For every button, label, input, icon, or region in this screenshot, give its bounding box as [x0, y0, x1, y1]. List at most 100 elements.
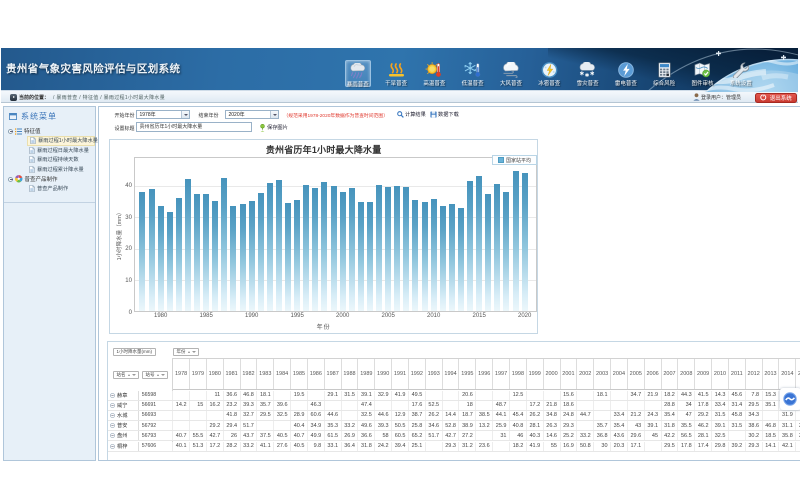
table-row-赫章[interactable]: 赫章565981136.646.818.119.529.131.539.132.… — [108, 391, 800, 401]
table-row-普安[interactable]: 普安5679229.229.451.740.434.935.333.249.63… — [108, 421, 800, 431]
tree-node-2[interactable]: 普查产品制作 — [4, 174, 95, 184]
table-row-盘州[interactable]: 盘州5679340.755.542.72643.737.540.540.749.… — [108, 431, 800, 441]
page-icon — [30, 137, 36, 144]
data-download-button[interactable]: 数据下载 — [430, 111, 459, 118]
value-cell: 40.3 — [526, 431, 543, 440]
year-column-header[interactable]: 1996 — [475, 359, 492, 389]
logout-button[interactable]: 退出系统 — [755, 93, 797, 103]
year-column-header[interactable]: 2001 — [560, 359, 577, 389]
row-expand-icon[interactable] — [110, 413, 115, 418]
sort-asc-icon[interactable] — [157, 374, 159, 376]
toolbar-item-label: 干旱普查 — [383, 79, 409, 87]
row-field-name-button[interactable]: 站名 — [113, 371, 139, 379]
filter-icon[interactable] — [161, 374, 165, 376]
user-icon — [693, 93, 700, 101]
year-column-header[interactable]: 2008 — [677, 359, 694, 389]
toolbar-item-5[interactable]: 大风普查 — [498, 60, 524, 87]
row-expand-icon[interactable] — [110, 403, 115, 408]
table-row-桐梓[interactable]: 桐梓5760640.151.317.228.233.241.127.640.59… — [108, 442, 800, 452]
year-column-header[interactable]: 2003 — [593, 359, 610, 389]
measure-field-button[interactable]: 1小时降水量(mm) — [113, 348, 156, 356]
toolbar-item-2[interactable]: 干旱普查 — [383, 60, 409, 87]
year-column-header[interactable]: 1999 — [526, 359, 543, 389]
collapse-icon[interactable] — [8, 129, 13, 134]
tree-item[interactable]: 暴雨过程累计降水量 — [27, 165, 95, 175]
sort-asc-icon[interactable] — [128, 374, 130, 376]
year-column-header[interactable]: 1992 — [408, 359, 425, 389]
tree-item[interactable]: 普查产品制作 — [27, 184, 95, 194]
tree-item[interactable]: 暴雨过程持续天数 — [27, 155, 95, 165]
table-row-水城[interactable]: 水城5669341.832.729.532.528.960.644.632.54… — [108, 411, 800, 421]
year-column-header[interactable]: 2002 — [576, 359, 593, 389]
value-cell — [526, 391, 543, 400]
row-field-id-button[interactable]: 站号 — [142, 371, 168, 379]
year-column-header[interactable]: 1995 — [458, 359, 475, 389]
year-column-header[interactable]: 1985 — [290, 359, 307, 389]
row-expand-icon[interactable] — [110, 433, 115, 438]
year-column-header[interactable]: 1989 — [357, 359, 374, 389]
row-expand-icon[interactable] — [110, 393, 115, 398]
year-column-header[interactable]: 2006 — [644, 359, 661, 389]
value-cell: 42.7 — [442, 431, 459, 440]
year-column-header[interactable]: 1990 — [374, 359, 391, 389]
year-column-header[interactable]: 1988 — [341, 359, 358, 389]
row-expand-icon[interactable] — [110, 444, 115, 449]
row-expand-icon[interactable] — [110, 423, 115, 428]
year-column-header[interactable]: 2013 — [762, 359, 779, 389]
year-column-header[interactable]: 1991 — [391, 359, 408, 389]
save-image-button[interactable]: 保存图片 — [259, 124, 288, 132]
year-column-header[interactable]: 1997 — [492, 359, 509, 389]
tree-node-1[interactable]: 特征值 — [4, 126, 95, 136]
station-id-cell: 56693 — [139, 411, 172, 420]
year-column-header[interactable]: 2005 — [627, 359, 644, 389]
page-icon — [29, 185, 35, 192]
year-column-header[interactable]: 2010 — [711, 359, 728, 389]
year-column-header[interactable]: 1983 — [256, 359, 273, 389]
year-column-header[interactable]: 2000 — [543, 359, 560, 389]
year-column-header[interactable]: 1979 — [189, 359, 206, 389]
tree-item[interactable]: 暴雨过程1小时最大降水量 — [27, 136, 95, 146]
year-column-header[interactable]: 2015 — [795, 359, 800, 389]
start-year-select[interactable]: 1978年 — [136, 110, 190, 119]
chart-title-input[interactable] — [136, 122, 252, 132]
year-column-header[interactable]: 1984 — [273, 359, 290, 389]
year-column-header[interactable]: 1998 — [509, 359, 526, 389]
year-column-header[interactable]: 2014 — [778, 359, 795, 389]
year-column-header[interactable]: 1993 — [425, 359, 442, 389]
toolbar-item-7[interactable]: 雪灾普查 — [575, 60, 601, 87]
column-field-button[interactable]: 年份 — [173, 348, 199, 356]
year-column-header[interactable]: 2009 — [694, 359, 711, 389]
breadcrumb[interactable]: / 暴雨普查 / 特征值 / 暴雨过程1小时最大降水量 — [53, 94, 165, 101]
year-column-header[interactable]: 2011 — [728, 359, 745, 389]
year-column-header[interactable]: 1980 — [206, 359, 223, 389]
collapse-icon[interactable] — [8, 177, 13, 182]
filter-icon[interactable] — [132, 374, 136, 376]
toolbar-item-4[interactable]: 低温普查 — [460, 60, 486, 87]
toolbar-item-10[interactable]: 图件审核 — [690, 60, 716, 87]
toolbar-item-8[interactable]: 雷电普查 — [613, 60, 639, 87]
year-column-header[interactable]: 2004 — [610, 359, 627, 389]
year-column-header[interactable]: 2007 — [661, 359, 678, 389]
year-column-header[interactable]: 2012 — [745, 359, 762, 389]
toolbar-item-6[interactable]: 冰雹普查 — [536, 60, 562, 87]
year-column-header[interactable]: 1986 — [307, 359, 324, 389]
toolbar-item-9[interactable]: 综合风险 — [651, 60, 677, 87]
year-column-header[interactable]: 1981 — [223, 359, 240, 389]
year-column-header[interactable]: 1994 — [442, 359, 459, 389]
value-cell: 18.7 — [458, 411, 475, 420]
floating-widget[interactable] — [780, 388, 800, 411]
toolbar-item-1[interactable]: 暴雨普查 — [345, 60, 371, 87]
value-cell: 39.2 — [728, 442, 745, 451]
filter-icon[interactable] — [192, 351, 196, 353]
toolbar-item-11[interactable]: 系统设置 — [728, 60, 754, 87]
year-column-header[interactable]: 1978 — [172, 359, 189, 389]
year-column-header[interactable]: 1982 — [240, 359, 257, 389]
sort-asc-icon[interactable] — [188, 351, 190, 353]
save-image-icon — [259, 124, 266, 132]
calc-result-button[interactable]: 计算结果 — [397, 111, 426, 118]
table-row-威宁[interactable]: 威宁5669114.21516.223.239.335.739.646.347.… — [108, 401, 800, 411]
toolbar-item-3[interactable]: 高温普查 — [421, 60, 447, 87]
end-year-select[interactable]: 2020年 — [225, 110, 279, 119]
tree-item[interactable]: 暴雨过程日最大降水量 — [27, 146, 95, 156]
year-column-header[interactable]: 1987 — [324, 359, 341, 389]
